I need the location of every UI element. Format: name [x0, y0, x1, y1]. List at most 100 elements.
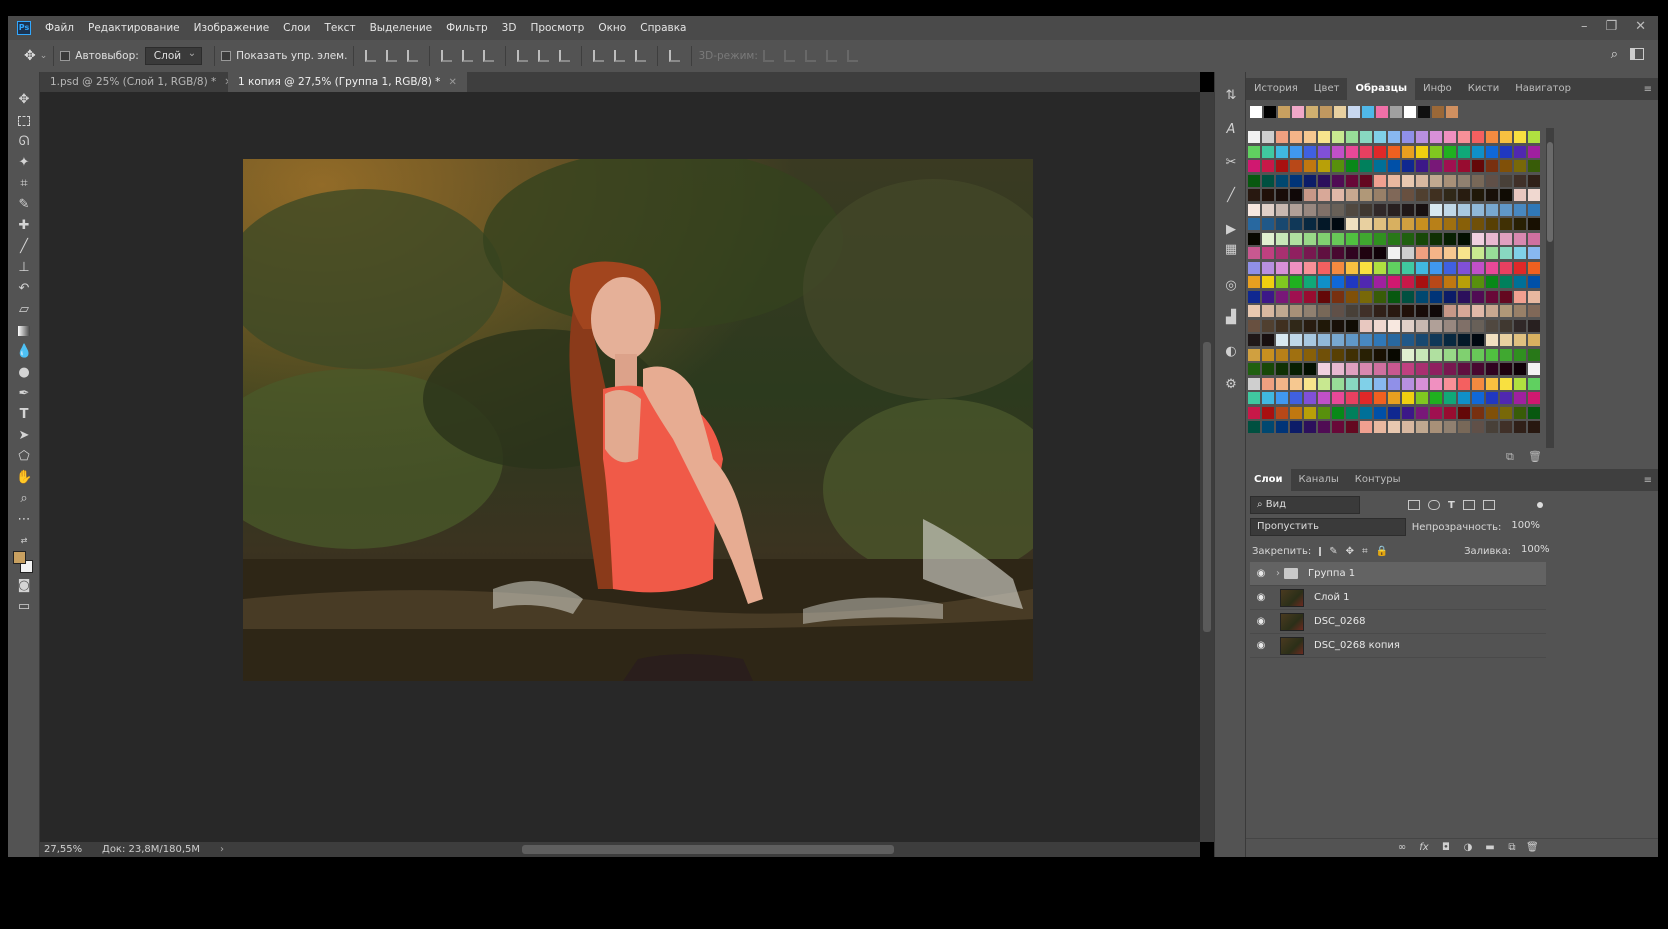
color-swatch[interactable] [1430, 218, 1442, 230]
color-swatch[interactable] [1276, 334, 1288, 346]
color-swatch[interactable] [1416, 276, 1428, 288]
color-swatch[interactable] [1332, 232, 1344, 245]
color-swatch[interactable] [1430, 406, 1442, 419]
color-swatch[interactable] [1262, 218, 1274, 230]
color-swatch[interactable] [1346, 377, 1358, 390]
more-tools-icon[interactable]: ⋯ [16, 512, 32, 528]
color-swatch[interactable] [1276, 247, 1288, 259]
color-swatch[interactable] [1472, 319, 1484, 332]
color-swatch[interactable] [1402, 319, 1414, 332]
color-swatch[interactable] [1346, 421, 1358, 433]
hand-icon[interactable]: ✋ [16, 470, 32, 486]
tab-navigator[interactable]: Навигатор [1507, 78, 1579, 100]
color-swatch[interactable] [1346, 189, 1358, 201]
tab-swatches[interactable]: Образцы [1347, 78, 1416, 100]
color-swatch[interactable] [1514, 145, 1526, 158]
color-swatch[interactable] [1248, 392, 1260, 404]
chevron-down-icon[interactable]: ⌄ [40, 51, 48, 61]
color-swatch[interactable] [1360, 377, 1372, 390]
visibility-eye-icon[interactable]: ◉ [1254, 592, 1268, 603]
color-swatch[interactable] [1430, 334, 1442, 346]
color-swatch[interactable] [1318, 247, 1330, 259]
color-swatch[interactable] [1332, 363, 1344, 375]
color-swatch[interactable] [1528, 131, 1540, 143]
color-swatch[interactable] [1374, 421, 1386, 433]
color-swatch[interactable] [1444, 203, 1456, 216]
distribute-vcenter-icon[interactable] [538, 50, 550, 62]
menu-3d[interactable]: 3D [502, 22, 517, 34]
color-swatch[interactable] [1458, 348, 1470, 361]
history-brush-icon[interactable]: ↶ [16, 281, 32, 297]
color-swatch[interactable] [1430, 305, 1442, 317]
color-swatch[interactable] [1276, 261, 1288, 274]
color-swatch[interactable] [1276, 218, 1288, 230]
color-swatch[interactable] [1514, 406, 1526, 419]
color-swatch[interactable] [1528, 276, 1540, 288]
color-swatch[interactable] [1458, 203, 1470, 216]
color-swatch[interactable] [1248, 232, 1260, 245]
color-swatch[interactable] [1276, 276, 1288, 288]
color-swatch[interactable] [1528, 174, 1540, 187]
brush-icon[interactable]: ╱ [16, 239, 32, 255]
scroll-thumb[interactable] [1547, 142, 1553, 242]
color-swatch[interactable] [1402, 392, 1414, 404]
move-tool-preset-icon[interactable]: ✥ [24, 48, 36, 64]
color-swatch[interactable] [1528, 348, 1540, 361]
color-swatch[interactable] [1346, 406, 1358, 419]
color-swatch[interactable] [1416, 290, 1428, 303]
color-swatch[interactable] [1276, 421, 1288, 433]
color-swatch[interactable] [1458, 218, 1470, 230]
shape-icon[interactable]: ⬠ [16, 449, 32, 465]
color-swatch[interactable] [1486, 203, 1498, 216]
color-swatch[interactable] [1318, 189, 1330, 201]
path-select-icon[interactable]: ➤ [16, 428, 32, 444]
color-swatch[interactable] [1304, 160, 1316, 172]
color-swatch[interactable] [1262, 232, 1274, 245]
color-swatch[interactable] [1360, 276, 1372, 288]
libraries-icon[interactable]: ⚙ [1223, 377, 1239, 393]
color-swatch[interactable] [1248, 421, 1260, 433]
color-swatch[interactable] [1290, 189, 1302, 201]
type-icon[interactable]: T [16, 407, 32, 423]
color-swatch[interactable] [1248, 131, 1260, 143]
color-swatch[interactable] [1276, 406, 1288, 419]
color-swatch[interactable] [1486, 174, 1498, 187]
lock-transparency-icon[interactable] [1319, 546, 1322, 556]
color-swatch[interactable] [1500, 160, 1512, 172]
color-swatch[interactable] [1430, 247, 1442, 259]
link-layers-icon[interactable]: ∞ [1396, 842, 1408, 854]
recent-swatch[interactable] [1376, 106, 1388, 118]
color-swatch[interactable] [1318, 290, 1330, 303]
color-swatch[interactable] [1430, 189, 1442, 201]
color-swatch[interactable] [1290, 218, 1302, 230]
color-swatch[interactable] [1500, 131, 1512, 143]
color-swatch[interactable] [1360, 319, 1372, 332]
color-swatch[interactable] [1514, 348, 1526, 361]
color-swatch[interactable] [1374, 131, 1386, 143]
color-swatch[interactable] [1290, 363, 1302, 375]
color-swatch[interactable] [1290, 305, 1302, 317]
brush-settings-icon[interactable]: ╱ [1223, 188, 1239, 204]
recent-swatch[interactable] [1250, 106, 1262, 118]
color-swatch[interactable] [1514, 261, 1526, 274]
color-swatch[interactable] [1318, 406, 1330, 419]
color-swatch[interactable] [1416, 363, 1428, 375]
tab-brushes[interactable]: Кисти [1460, 78, 1507, 100]
color-swatch[interactable] [1374, 392, 1386, 404]
color-swatch[interactable] [1304, 406, 1316, 419]
color-swatch[interactable] [1402, 348, 1414, 361]
color-swatch[interactable] [1402, 261, 1414, 274]
color-swatch[interactable] [1500, 174, 1512, 187]
recent-swatch[interactable] [1320, 106, 1332, 118]
color-swatch[interactable] [1444, 145, 1456, 158]
color-swatch[interactable] [1472, 363, 1484, 375]
color-swatch[interactable] [1290, 334, 1302, 346]
align-top-icon[interactable] [365, 50, 377, 62]
color-swatch[interactable] [1416, 334, 1428, 346]
color-swatch[interactable] [1290, 261, 1302, 274]
recent-swatch[interactable] [1348, 106, 1360, 118]
visibility-eye-icon[interactable]: ◉ [1254, 616, 1268, 627]
color-swatch[interactable] [1514, 160, 1526, 172]
add-mask-icon[interactable]: ◘ [1440, 842, 1452, 854]
color-swatch[interactable] [1500, 334, 1512, 346]
